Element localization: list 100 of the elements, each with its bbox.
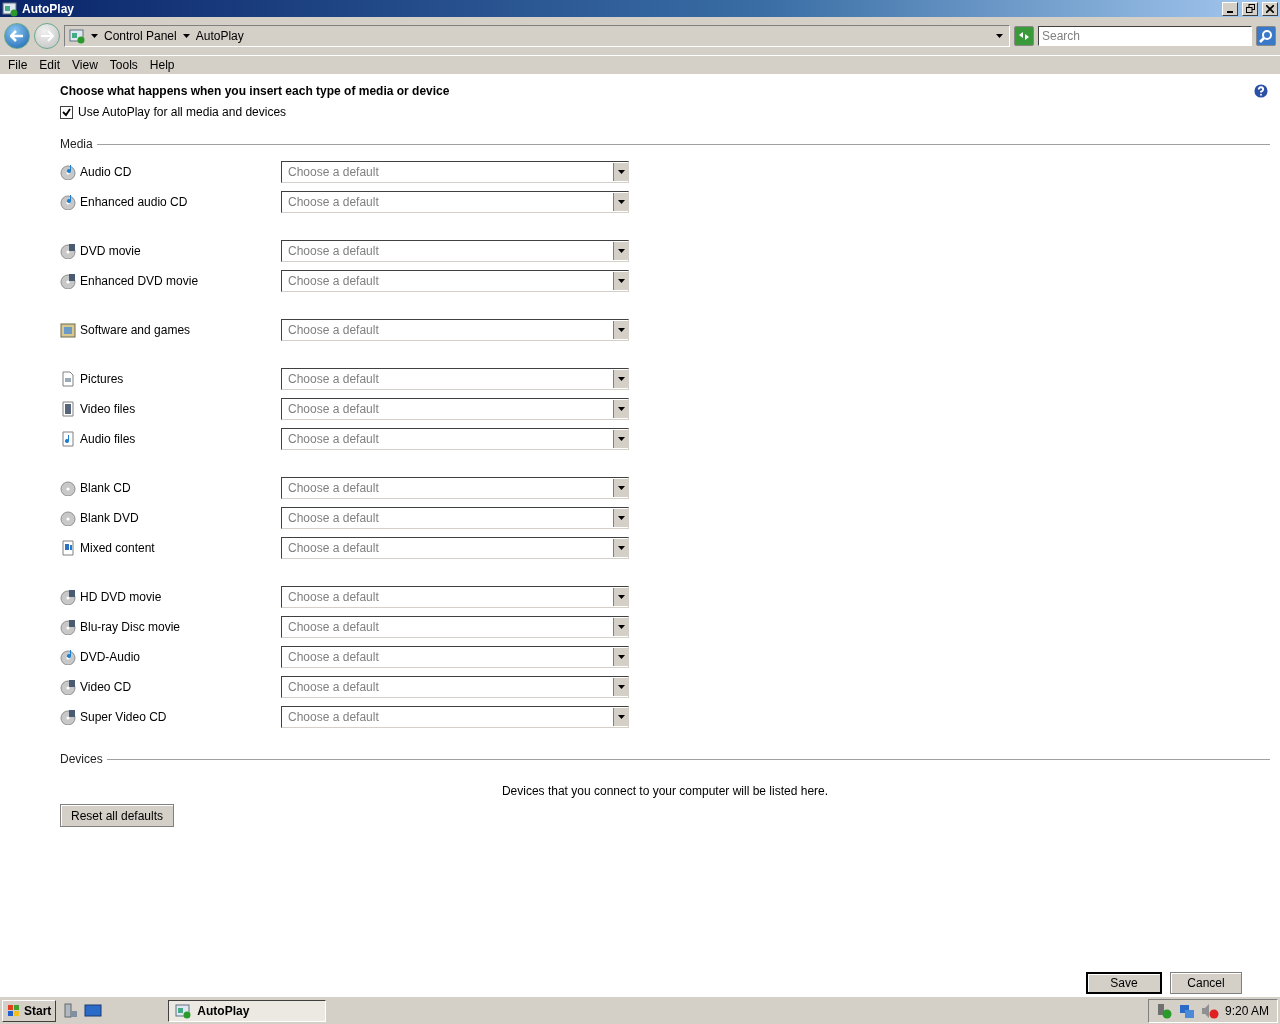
caret-icon bbox=[617, 546, 625, 550]
caret-icon bbox=[91, 34, 98, 38]
media-label: Pictures bbox=[80, 372, 125, 386]
caret-icon bbox=[617, 516, 625, 520]
breadcrumb[interactable]: AutoPlay bbox=[195, 29, 244, 43]
muted-speaker-icon[interactable] bbox=[1200, 1002, 1219, 1019]
menu-item[interactable]: Edit bbox=[33, 58, 67, 72]
left-arrow-icon bbox=[10, 30, 24, 42]
caret-icon bbox=[617, 200, 625, 204]
reset-button[interactable]: Reset all defaults bbox=[60, 804, 174, 827]
media-label: Audio files bbox=[80, 432, 137, 446]
default-dropdown[interactable]: Choose a default bbox=[281, 616, 629, 638]
section-title: Devices bbox=[60, 752, 103, 766]
clock: 9:20 AM bbox=[1224, 1003, 1269, 1018]
autoplay-icon bbox=[175, 1002, 192, 1019]
close-button[interactable] bbox=[1262, 1, 1278, 16]
media-label: Software and games bbox=[80, 323, 192, 337]
caret-icon bbox=[617, 279, 625, 283]
search-field[interactable]: Search bbox=[1038, 26, 1252, 46]
default-dropdown[interactable]: Choose a default bbox=[281, 161, 629, 183]
default-dropdown[interactable]: Choose a default bbox=[281, 240, 629, 262]
caret-icon bbox=[617, 170, 625, 174]
default-dropdown[interactable]: Choose a default bbox=[281, 368, 629, 390]
default-dropdown[interactable]: Choose a default bbox=[281, 270, 629, 292]
caret-icon bbox=[617, 249, 625, 253]
default-dropdown[interactable]: Choose a default bbox=[281, 319, 629, 341]
caret-icon bbox=[182, 34, 190, 38]
media-label: Blu-ray Disc movie bbox=[80, 620, 182, 634]
search-icon bbox=[1259, 29, 1273, 43]
caret-icon bbox=[617, 595, 625, 599]
menu-item[interactable]: Help bbox=[143, 58, 181, 72]
media-label: Video files bbox=[80, 402, 137, 416]
software-box-icon bbox=[60, 322, 76, 338]
caret-icon bbox=[617, 486, 625, 490]
media-label: Audio CD bbox=[80, 165, 133, 179]
start-button[interactable]: Start bbox=[2, 999, 57, 1022]
checkbox[interactable] bbox=[60, 105, 73, 119]
caret-icon bbox=[617, 625, 625, 629]
section-title: Media bbox=[60, 137, 93, 151]
media-label: Enhanced audio CD bbox=[80, 195, 189, 209]
default-dropdown[interactable]: Choose a default bbox=[281, 676, 629, 698]
minimize-icon bbox=[1227, 10, 1233, 13]
menu-item[interactable]: File bbox=[2, 58, 34, 72]
default-dropdown[interactable]: Choose a default bbox=[281, 477, 629, 499]
default-dropdown[interactable]: Choose a default bbox=[281, 586, 629, 608]
media-label: Super Video CD bbox=[80, 710, 168, 724]
caret-icon bbox=[617, 685, 625, 689]
media-label: DVD-Audio bbox=[80, 650, 142, 664]
default-dropdown[interactable]: Choose a default bbox=[281, 646, 629, 668]
forward-button[interactable] bbox=[34, 23, 60, 49]
back-button[interactable] bbox=[4, 23, 30, 49]
default-dropdown[interactable]: Choose a default bbox=[281, 507, 629, 529]
address-field[interactable]: Control Panel AutoPlay bbox=[64, 25, 1010, 47]
help-icon[interactable] bbox=[1252, 82, 1270, 100]
caret-icon bbox=[617, 715, 625, 719]
caret-icon bbox=[617, 328, 625, 332]
default-dropdown[interactable]: Choose a default bbox=[281, 398, 629, 420]
save-button[interactable]: Save bbox=[1086, 972, 1162, 994]
taskbar-button[interactable]: AutoPlay bbox=[168, 999, 327, 1022]
default-dropdown[interactable]: Choose a default bbox=[281, 537, 629, 559]
media-label: Blank CD bbox=[80, 481, 132, 495]
caret-icon bbox=[617, 655, 625, 659]
media-label: Blank DVD bbox=[80, 511, 140, 525]
close-icon bbox=[1266, 4, 1274, 13]
desktop-icon[interactable] bbox=[84, 1003, 103, 1018]
media-label: HD DVD movie bbox=[80, 590, 163, 604]
checkbox-label: Use AutoPlay for all media and devices bbox=[78, 105, 287, 119]
caret-icon bbox=[617, 437, 625, 441]
caret-icon bbox=[617, 407, 625, 411]
restore-icon bbox=[1245, 4, 1255, 13]
window-title: AutoPlay bbox=[22, 1, 75, 16]
media-label: Mixed content bbox=[80, 541, 156, 555]
menu-item[interactable]: Tools bbox=[103, 58, 144, 72]
media-label: DVD movie bbox=[80, 244, 142, 258]
menu-item[interactable]: View bbox=[66, 58, 104, 72]
check-icon bbox=[62, 107, 71, 117]
minimize-button[interactable] bbox=[1222, 1, 1238, 16]
music-file-icon bbox=[60, 431, 76, 447]
picture-file-icon bbox=[60, 371, 76, 387]
windows-flag-icon bbox=[7, 1003, 21, 1018]
media-label: Enhanced DVD movie bbox=[80, 274, 200, 288]
media-label: Video CD bbox=[80, 680, 133, 694]
network-icon[interactable] bbox=[1178, 1002, 1195, 1019]
devices-message: Devices that you connect to your computer will be listed here. bbox=[500, 784, 830, 798]
search-button[interactable] bbox=[1256, 26, 1276, 46]
mixed-file-icon bbox=[60, 540, 76, 556]
restore-button[interactable] bbox=[1242, 1, 1258, 16]
right-arrow-icon bbox=[40, 30, 54, 42]
page-heading: Choose what happens when you insert each type of media or device bbox=[60, 84, 450, 98]
breadcrumb[interactable]: Control Panel bbox=[104, 29, 177, 43]
default-dropdown[interactable]: Choose a default bbox=[281, 428, 629, 450]
caret-icon bbox=[617, 377, 625, 381]
default-dropdown[interactable]: Choose a default bbox=[281, 191, 629, 213]
default-dropdown[interactable]: Choose a default bbox=[281, 706, 629, 728]
arrows-icon bbox=[1017, 30, 1031, 42]
caret-icon bbox=[996, 34, 1003, 38]
film-file-icon bbox=[60, 401, 76, 417]
cancel-button[interactable]: Cancel bbox=[1170, 972, 1242, 994]
control-panel-icon bbox=[69, 28, 85, 44]
refresh-button[interactable] bbox=[1014, 26, 1034, 46]
